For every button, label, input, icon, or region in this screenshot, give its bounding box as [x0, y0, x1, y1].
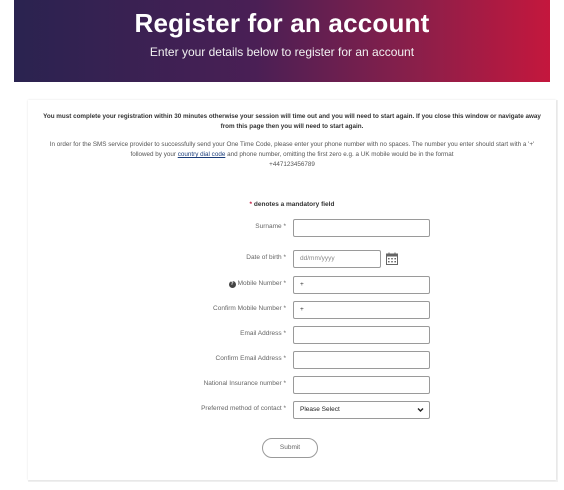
contact-method-select[interactable]: Please Select — [293, 401, 430, 419]
mobile-label: ? Mobile Number * — [228, 280, 286, 288]
page-subtitle: Enter your details below to register for… — [149, 45, 415, 59]
dob-row: Date of birth * dd/mm/yyyy — [28, 250, 556, 268]
confirm-mobile-label: Confirm Mobile Number * — [213, 305, 286, 312]
mobile-label-text: Mobile Number * — [237, 280, 286, 287]
calendar-icon[interactable] — [386, 252, 398, 265]
country-dial-code-link[interactable]: country dial code — [178, 151, 226, 158]
page-title: Register for an account — [134, 8, 430, 38]
mobile-row: ? Mobile Number * + — [28, 276, 556, 294]
dob-input[interactable]: dd/mm/yyyy — [293, 250, 381, 268]
sms-instructions: In order for the SMS service provider to… — [38, 140, 546, 160]
notice-block: You must complete your registration with… — [38, 112, 546, 170]
page-header: Register for an account Enter your detai… — [14, 0, 550, 82]
surname-label: Surname * — [255, 223, 286, 230]
timeout-warning: You must complete your registration with… — [43, 113, 541, 130]
ni-number-input[interactable] — [293, 376, 430, 394]
dob-label: Date of birth * — [246, 254, 286, 261]
ni-number-row: National Insurance number * — [28, 376, 556, 394]
registration-card: You must complete your registration with… — [28, 100, 556, 480]
email-label: Email Address * — [240, 330, 286, 337]
contact-method-selected: Please Select — [300, 406, 340, 413]
confirm-email-input[interactable] — [293, 351, 430, 369]
ni-number-label: National Insurance number * — [203, 380, 286, 387]
contact-method-label: Preferred method of contact * — [201, 405, 286, 412]
surname-row: Surname * — [28, 219, 556, 237]
email-row: Email Address * — [28, 326, 556, 344]
surname-input[interactable] — [293, 219, 430, 237]
confirm-email-row: Confirm Email Address * — [28, 351, 556, 369]
contact-method-row: Preferred method of contact * Please Sel… — [28, 401, 556, 419]
chevron-down-icon — [417, 408, 424, 412]
confirm-mobile-row: Confirm Mobile Number * + — [28, 301, 556, 319]
email-input[interactable] — [293, 326, 430, 344]
info-icon[interactable]: ? — [228, 281, 236, 288]
mandatory-text: denotes a mandatory field — [252, 201, 335, 208]
form-panel: You must complete your registration with… — [28, 100, 558, 482]
sms-text-after: and phone number, omitting the first zer… — [225, 151, 454, 158]
mobile-number-input[interactable]: + — [293, 276, 430, 294]
example-number: +447123456789 — [269, 161, 315, 168]
mandatory-note: * denotes a mandatory field — [28, 201, 556, 208]
confirm-mobile-number-input[interactable]: + — [293, 301, 430, 319]
confirm-email-label: Confirm Email Address * — [215, 355, 286, 362]
submit-button[interactable]: Submit — [262, 438, 318, 458]
